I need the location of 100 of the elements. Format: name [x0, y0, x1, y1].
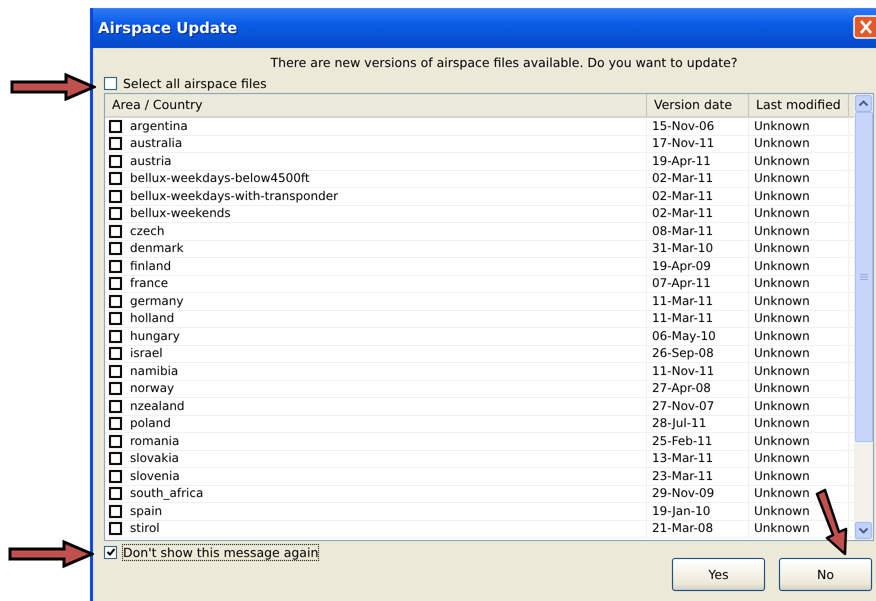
- table-cell: Unknown: [749, 398, 849, 414]
- table-cell: romania: [130, 434, 180, 449]
- table-cell: Unknown: [749, 153, 849, 170]
- checkbox[interactable]: [109, 487, 122, 500]
- checkbox[interactable]: [109, 312, 122, 326]
- table-cell: norway: [130, 381, 174, 396]
- table-cell: 25-Feb-11: [647, 433, 749, 450]
- checkbox[interactable]: [109, 330, 122, 343]
- table-cell: 17-Nov-11: [647, 136, 749, 152]
- table-cell: bellux-weekdays-with-transponder: [130, 188, 338, 204]
- table-cell: 27-Nov-07: [647, 398, 749, 414]
- table-cell: 02-Mar-11: [647, 206, 749, 222]
- checkbox[interactable]: [109, 154, 122, 168]
- checkbox[interactable]: [109, 120, 122, 133]
- table-cell: australia: [130, 136, 182, 152]
- table-cell: hungary: [130, 328, 180, 344]
- table-cell: nzealand: [130, 398, 185, 414]
- checkbox[interactable]: [109, 417, 122, 430]
- table-cell: Unknown: [749, 328, 849, 344]
- checkbox[interactable]: [104, 76, 117, 90]
- checkbox[interactable]: [109, 207, 122, 220]
- checkbox[interactable]: [109, 347, 122, 360]
- checkbox[interactable]: [109, 382, 122, 396]
- table-cell: 19-Apr-11: [647, 153, 749, 170]
- table-cell: Unknown: [749, 346, 849, 362]
- window-title: Airspace Update: [98, 19, 238, 37]
- checkbox[interactable]: [104, 546, 117, 558]
- table-cell: Unknown: [749, 118, 849, 134]
- table-cell: 06-May-10: [647, 328, 749, 344]
- table-cell: bellux-weekends: [130, 206, 231, 222]
- table-cell: argentina: [130, 118, 188, 134]
- checkbox[interactable]: [109, 400, 122, 413]
- table-cell: Unknown: [749, 258, 849, 274]
- table-cell: 29-Nov-09: [647, 486, 749, 502]
- table-cell: Unknown: [749, 136, 849, 152]
- scroll-down-button[interactable]: [855, 522, 872, 539]
- checkbox[interactable]: [109, 224, 122, 238]
- table-cell: austria: [130, 154, 172, 169]
- table-cell: Unknown: [749, 416, 849, 432]
- checkbox[interactable]: [109, 277, 122, 290]
- table-cell: 26-Sep-08: [647, 346, 749, 362]
- column-header[interactable]: Last modified: [749, 94, 849, 116]
- scroll-thumb[interactable]: [855, 112, 873, 442]
- table-cell: france: [130, 276, 168, 292]
- table-cell: Unknown: [749, 188, 849, 204]
- table-cell: 02-Mar-11: [647, 170, 749, 187]
- table-cell: 21-Mar-08: [647, 520, 749, 537]
- dialog-button[interactable]: No: [779, 558, 872, 591]
- column-header[interactable]: Version date: [647, 94, 749, 116]
- table-cell: Unknown: [749, 380, 849, 397]
- table-cell: 31-Mar-10: [647, 240, 749, 257]
- checkbox[interactable]: [109, 504, 122, 518]
- table-cell: holland: [130, 311, 174, 326]
- table-cell: Unknown: [749, 240, 849, 257]
- table-cell: 28-Jul-11: [647, 416, 749, 432]
- table-cell: Unknown: [749, 450, 849, 467]
- table-cell: Unknown: [749, 223, 849, 240]
- table-cell: Unknown: [749, 363, 849, 380]
- table-cell: Unknown: [749, 206, 849, 222]
- scrollbar[interactable]: [854, 94, 873, 540]
- table-cell: 02-Mar-11: [647, 188, 749, 204]
- dialog-button[interactable]: Yes: [672, 558, 765, 591]
- table-cell: denmark: [130, 241, 184, 256]
- checkbox[interactable]: [109, 260, 122, 273]
- table-cell: namibia: [130, 364, 178, 379]
- table-cell: 11-Mar-11: [647, 310, 749, 327]
- checkbox[interactable]: [109, 364, 122, 378]
- table-cell: 07-Apr-11: [647, 276, 749, 292]
- table-cell: finland: [130, 258, 172, 274]
- checkbox[interactable]: [109, 434, 122, 448]
- checkbox[interactable]: [109, 452, 122, 466]
- checkbox-label: Don't show this message again: [123, 544, 318, 560]
- checkbox[interactable]: [109, 172, 122, 186]
- table-cell: Unknown: [749, 276, 849, 292]
- table-cell: Unknown: [749, 310, 849, 327]
- table-cell: stirol: [130, 521, 160, 536]
- checkbox[interactable]: [109, 294, 122, 308]
- table-cell: 15-Nov-06: [647, 118, 749, 134]
- checkbox[interactable]: [109, 242, 122, 256]
- close-icon[interactable]: [853, 15, 876, 39]
- checkbox[interactable]: [109, 190, 122, 203]
- table-cell: spain: [130, 504, 162, 519]
- table-cell: south_africa: [130, 486, 204, 502]
- checkbox[interactable]: [109, 522, 122, 536]
- table-cell: 11-Mar-11: [647, 293, 749, 310]
- checkbox[interactable]: [109, 470, 122, 483]
- table-cell: Unknown: [749, 170, 849, 187]
- table-cell: 19-Apr-09: [647, 258, 749, 274]
- checkbox[interactable]: [109, 137, 122, 150]
- table-cell: 08-Mar-11: [647, 223, 749, 240]
- table-cell: 11-Nov-11: [647, 363, 749, 380]
- table-cell: germany: [130, 294, 184, 309]
- table-cell: 13-Mar-11: [647, 450, 749, 467]
- table-cell: slovakia: [130, 451, 180, 466]
- column-header[interactable]: Area / Country: [105, 94, 647, 116]
- table-cell: israel: [130, 346, 163, 362]
- scroll-up-button[interactable]: [855, 95, 872, 112]
- table-cell: 23-Mar-11: [647, 468, 749, 484]
- table-cell: 19-Jan-10: [647, 503, 749, 520]
- table-cell: czech: [130, 224, 164, 239]
